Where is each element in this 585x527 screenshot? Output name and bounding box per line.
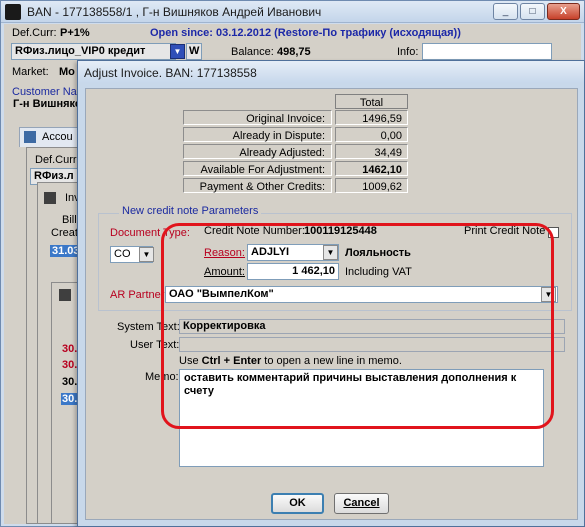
total-column-header: Total xyxy=(335,94,408,109)
summary-value: 1462,10 xyxy=(335,161,408,176)
adjust-invoice-dialog: Adjust Invoice. BAN: 177138558 Total Ori… xyxy=(77,60,585,527)
def-curr-value: P+1% xyxy=(60,27,90,39)
account-type-field[interactable]: RФиз.лицо_VIP0 кредит xyxy=(11,43,176,60)
ar-partner-select[interactable]: ОАО "ВымпелКом" xyxy=(165,286,558,303)
def-curr-label: Def.Curr: xyxy=(12,27,57,39)
summary-label: Payment & Other Credits: xyxy=(183,178,332,193)
system-text-label: System Text: xyxy=(117,321,180,333)
app-icon xyxy=(5,4,21,20)
customer-label: Customer Na xyxy=(12,86,77,98)
ar-partner-label: AR Partner xyxy=(110,289,165,301)
market-value: Мо xyxy=(59,66,75,78)
main-window-title: BAN - 177138558/1 , Г-н Вишняков Андрей … xyxy=(27,5,322,19)
ok-button[interactable]: OK xyxy=(271,493,324,514)
cancel-button[interactable]: Cancel xyxy=(334,493,389,514)
memo-label: Memo: xyxy=(145,371,179,383)
reason-description: Лояльность xyxy=(345,247,411,259)
reason-label: Reason: xyxy=(204,247,245,259)
w-button[interactable]: W xyxy=(186,43,202,60)
balance-value: 498,75 xyxy=(277,46,311,58)
memo-hint: Use Ctrl + Enter to open a new line in m… xyxy=(179,355,402,367)
maximize-button[interactable]: □ xyxy=(520,3,545,20)
creation-label: Creati xyxy=(51,227,81,239)
bill-label: Bill xyxy=(62,214,77,226)
close-button[interactable]: X xyxy=(547,3,580,20)
summary-label: Original Invoice: xyxy=(183,110,332,125)
credit-note-number-label: Credit Note Number: xyxy=(204,225,305,237)
credit-note-number-value: 100119125448 xyxy=(304,225,377,237)
chevron-down-icon[interactable]: ▼ xyxy=(170,44,185,59)
summary-label: Available For Adjustment: xyxy=(183,161,332,176)
customer-value: Г-н Вишняко xyxy=(13,98,82,110)
document-type-label: Document Type: xyxy=(110,227,190,239)
summary-label: Already Adjusted: xyxy=(183,144,332,159)
info-label: Info: xyxy=(397,46,419,58)
summary-value: 0,00 xyxy=(335,127,408,142)
user-text-label: User Text: xyxy=(130,339,180,351)
memo-textarea[interactable]: оставить комментарий причины выставления… xyxy=(179,369,544,467)
chevron-down-icon[interactable]: ▼ xyxy=(541,287,556,302)
including-vat-label: Including VAT xyxy=(345,266,412,278)
summary-value: 34,49 xyxy=(335,144,408,159)
inner-def-curr-label: Def.Curr: xyxy=(35,154,80,166)
credit-note-group-title: New credit note Parameters xyxy=(119,205,262,217)
print-credit-note-label: Print Credit Note xyxy=(464,225,546,237)
accounts-icon xyxy=(24,131,36,143)
summary-label: Already in Dispute: xyxy=(183,127,332,142)
amount-input[interactable]: 1 462,10 xyxy=(247,263,339,280)
balance-label: Balance: xyxy=(231,46,274,58)
details-icon xyxy=(59,289,71,301)
main-title-bar: BAN - 177138558/1 , Г-н Вишняков Андрей … xyxy=(1,1,584,23)
dialog-title: Adjust Invoice. BAN: 177138558 xyxy=(78,61,584,83)
chevron-down-icon[interactable]: ▼ xyxy=(323,245,338,260)
invoice-icon xyxy=(44,192,56,204)
market-label: Market: xyxy=(12,66,49,78)
print-credit-note-checkbox[interactable] xyxy=(548,227,559,238)
summary-value: 1009,62 xyxy=(335,178,408,193)
user-text-field[interactable] xyxy=(179,337,565,352)
summary-value: 1496,59 xyxy=(335,110,408,125)
dialog-body: Total Original Invoice: 1496,59 Already … xyxy=(85,88,578,520)
system-text-field: Корректировка xyxy=(179,319,565,334)
minimize-button[interactable]: _ xyxy=(493,3,518,20)
open-since-text: Open since: 03.12.2012 (Restore-По трафи… xyxy=(150,27,461,39)
info-field[interactable] xyxy=(422,43,552,60)
chevron-down-icon[interactable]: ▼ xyxy=(139,247,154,262)
amount-label: Amount: xyxy=(204,266,245,278)
accounts-tab-label: Accou xyxy=(42,131,73,143)
